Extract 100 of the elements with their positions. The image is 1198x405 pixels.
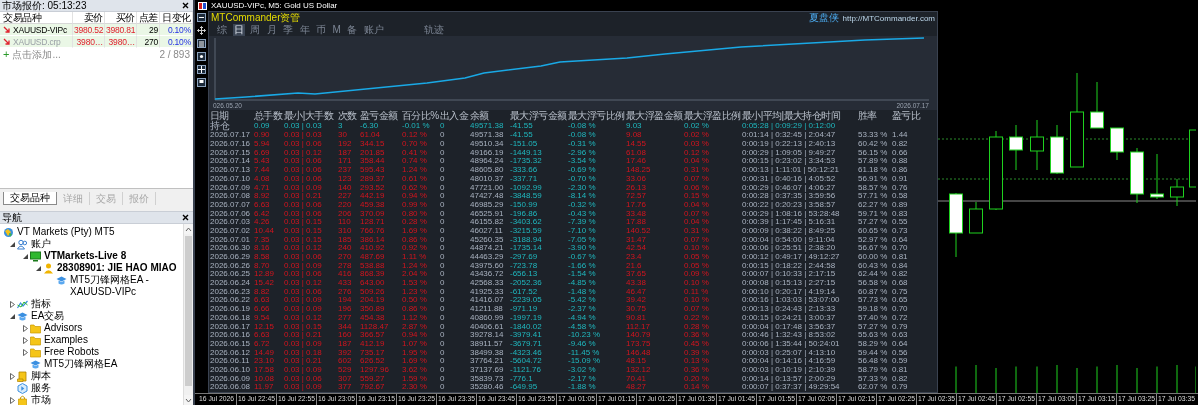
table-cell-text: 0.36 % [684, 365, 710, 375]
table-cell-text: 123 [338, 174, 353, 184]
tab[interactable]: 季 [282, 24, 294, 37]
symbol-cell[interactable]: XAUUSD-VIPc [0, 24, 73, 36]
table-cell-text: -723.78 [510, 261, 539, 271]
table-cell-text: 60.42 % [858, 140, 889, 149]
table-cell-text: 0:00:46 | 1:32:43 | 8:53:02 [742, 331, 837, 340]
tab[interactable]: 币 [315, 24, 327, 37]
tree-item[interactable]: VTMarkets-Live 8 [44, 250, 127, 262]
table-cell-text: -971.19 [510, 305, 539, 314]
table-cell-text: 1.69 % [402, 226, 428, 236]
minimize-icon[interactable] [197, 13, 206, 22]
table-cell-text: 0.61 % [402, 174, 428, 184]
table-cell-text: -1.66 % [568, 261, 597, 271]
scroll-down-button[interactable] [184, 395, 193, 405]
close-icon[interactable] [182, 214, 189, 221]
tree-item[interactable]: MT5刀锋网格EA - XAUUSD-VIPc [70, 274, 183, 298]
line-graph-icon [17, 298, 28, 310]
tree-item[interactable]: 28308901: JIE HAO MIAO [57, 262, 177, 274]
tab[interactable]: 交易品种 [3, 192, 57, 205]
tab[interactable]: 账户 [362, 24, 385, 37]
table-cell-text: 30 [338, 131, 348, 141]
table-cell-text: 2.04 % [402, 270, 428, 280]
table-cell-text: 0.04 % [684, 218, 710, 227]
tab[interactable]: 综 [216, 24, 228, 37]
table-cell-text: -11.45 % [568, 348, 601, 358]
table-cell-text: 0.03 | 0.06 [284, 157, 323, 167]
tree-toggle[interactable] [22, 348, 29, 356]
tree-item[interactable]: Advisors [44, 322, 83, 334]
table-cell-text: 344.15 [360, 140, 386, 149]
tab[interactable]: 日 [232, 24, 245, 37]
scroll-up-button[interactable] [184, 224, 193, 234]
tree-toggle[interactable] [9, 312, 16, 320]
table-cell-text: -0.31 % [568, 140, 597, 149]
table-cell-text: 0.03 % [684, 140, 710, 149]
tree-item[interactable]: Free Robots [44, 346, 100, 358]
table-cell-text: 17.88 [626, 218, 648, 227]
table-cell-text: 196 [338, 305, 353, 314]
tree-toggle[interactable] [22, 336, 29, 344]
tree-item[interactable]: 市场 [31, 394, 51, 405]
scrollbar-thumb[interactable] [185, 236, 192, 386]
grid-icon[interactable] [197, 65, 206, 74]
tree-item[interactable]: 指标 [31, 298, 51, 310]
tree-toggle[interactable] [9, 300, 16, 308]
tree-toggle[interactable] [9, 372, 16, 380]
column-header[interactable]: 卖价 [73, 12, 105, 24]
tree-item[interactable]: 服务 [31, 382, 51, 394]
table-cell-text: 410.92 [360, 244, 386, 253]
table-cell-text: 0 [440, 270, 446, 280]
column-header[interactable]: 交易品种 [0, 12, 73, 24]
table-cell-text: 140.79 [626, 331, 652, 340]
tab[interactable]: 轨迹 [423, 24, 446, 37]
table-cell-text: 8.82 [254, 287, 271, 297]
tab[interactable]: 月 [265, 24, 278, 37]
tree-item[interactable]: 账户 [31, 238, 51, 250]
tab[interactable]: 备 [346, 24, 359, 37]
table-cell-text: 1297.96 [360, 365, 390, 375]
add-symbol-link[interactable]: + 点击添加... [3, 47, 61, 62]
row-label: 2026.06.30 [210, 244, 252, 253]
row-label: 2026.06.22 [210, 296, 252, 306]
tab[interactable]: M [331, 24, 342, 37]
table-cell-text: 0 [440, 339, 446, 349]
table-icon[interactable] [197, 39, 206, 48]
table-cell-text: 41211.88 [470, 305, 504, 314]
table-cell-text: 6.72 [254, 339, 271, 349]
table-cell-text: 47427.48 [470, 192, 505, 201]
tree-toggle[interactable] [22, 252, 29, 260]
tree-toggle[interactable] [9, 240, 16, 248]
tree-toggle[interactable] [9, 396, 16, 404]
row-label: 2026.06.23 [210, 287, 252, 297]
close-icon[interactable] [182, 2, 189, 9]
table-cell-text: 0 [440, 157, 446, 167]
tree-item[interactable]: EA交易 [31, 310, 65, 322]
tab[interactable]: 年 [298, 24, 311, 37]
table-cell-text: 56.67 % [858, 244, 889, 253]
column-header: 百分比% [402, 110, 440, 122]
table-cell-text: 11.97 [254, 383, 275, 392]
tab[interactable]: 周 [249, 24, 261, 37]
tree-item[interactable]: 脚本 [31, 370, 51, 382]
website-link[interactable]: http://MTCommander.com [842, 13, 935, 23]
tree-item[interactable]: MT5刀锋网格EA [44, 358, 118, 370]
tree-toggle[interactable] [35, 264, 42, 272]
column-header[interactable]: 日变化 [160, 12, 193, 24]
move-icon[interactable] [197, 26, 206, 35]
table-cell-text: -2.37 % [568, 305, 597, 314]
table-cell-text: 0:00:14 | 0:13:57 | 2:00:29 [742, 374, 837, 383]
table-cell-text: -3848.59 [510, 192, 543, 201]
table-cell-text: 17.76 [626, 200, 648, 210]
tree-toggle[interactable] [22, 324, 29, 332]
column-header[interactable]: 买价 [105, 12, 137, 24]
tree-item[interactable]: VT Markets (Pty) MT5 [17, 226, 115, 238]
row-label: 2026.07.02 [210, 226, 252, 236]
column-header: 胜率 [858, 110, 878, 122]
table-cell-text: 0.03 | 0.12 [284, 313, 323, 322]
row-label: 2026.07.16 [210, 140, 252, 149]
column-header[interactable]: 点差 [137, 12, 160, 24]
tree-item[interactable]: Examples [44, 334, 88, 346]
table-cell-text: 57.27 % [858, 322, 889, 332]
table-cell-text: 0.04 % [684, 157, 710, 167]
table-cell-text: 0.03 | 0.21 [284, 357, 323, 366]
